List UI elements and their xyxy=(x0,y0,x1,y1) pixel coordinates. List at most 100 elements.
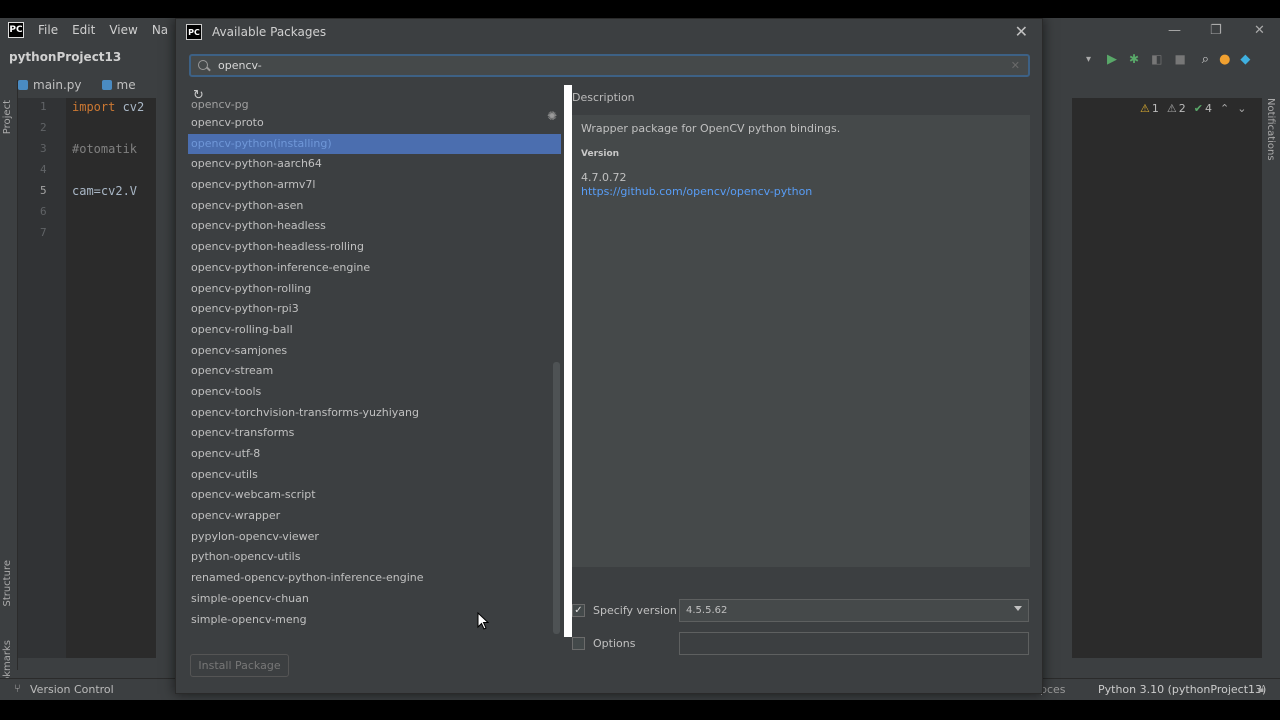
updates-icon[interactable]: ● xyxy=(1219,52,1230,67)
chevron-up-icon[interactable]: ⌃ xyxy=(1220,102,1229,115)
list-item[interactable]: opencv-rolling-ball xyxy=(188,320,561,341)
window-close-icon[interactable]: ✕ xyxy=(1254,23,1265,38)
list-item[interactable]: opencv-transforms xyxy=(188,423,561,444)
list-item[interactable]: opencv-python-armv7l xyxy=(188,175,561,196)
chevron-down-icon[interactable]: ⌄ xyxy=(1237,102,1246,115)
scrollbar-thumb[interactable] xyxy=(553,362,560,634)
lock-icon[interactable]: 🔓︎ xyxy=(1258,682,1265,696)
list-item[interactable]: opencv-tools xyxy=(188,382,561,403)
version-value: 4.7.0.72 xyxy=(581,171,627,184)
right-tool-strip: Notifications xyxy=(1262,98,1280,658)
options-checkbox[interactable] xyxy=(572,637,585,650)
list-item[interactable]: opencv-torchvision-transforms-yuzhiyang xyxy=(188,403,561,424)
list-item[interactable]: opencv-samjones xyxy=(188,341,561,362)
stop-icon[interactable]: ■ xyxy=(1174,52,1185,66)
line-number: 1 xyxy=(40,100,47,113)
status-services[interactable]: pces xyxy=(1040,683,1066,696)
debug-icon[interactable]: ✱ xyxy=(1129,52,1139,66)
version-label: Version xyxy=(581,149,620,159)
notifications-tool-button[interactable]: Notifications xyxy=(1265,98,1276,161)
package-search-input[interactable] xyxy=(218,59,1011,72)
weak-warning-icon: ⚠ xyxy=(1166,102,1177,115)
description-label: Description xyxy=(572,91,635,104)
list-item[interactable]: opencv-python-aarch64 xyxy=(188,154,561,175)
close-icon[interactable]: ✕ xyxy=(1015,22,1028,41)
package-list[interactable]: opencv-pg opencv-proto opencv-python(inst… xyxy=(188,101,561,630)
install-package-button[interactable]: Install Package xyxy=(190,654,289,677)
menu-navigate[interactable]: Na xyxy=(152,23,168,37)
list-item[interactable]: simple-opencv-meng xyxy=(188,610,561,631)
list-item[interactable]: opencv-utils xyxy=(188,465,561,486)
line-number: 2 xyxy=(40,121,47,134)
list-item[interactable]: opencv-python-headless-rolling xyxy=(188,237,561,258)
weak-warning-count: 2 xyxy=(1178,102,1186,115)
line-number: 5 xyxy=(40,184,47,197)
warning-icon: ⚠ xyxy=(1140,102,1150,115)
list-item[interactable]: opencv-utf-8 xyxy=(188,444,561,465)
list-item[interactable]: pypylon-opencv-viewer xyxy=(188,527,561,548)
maximize-icon[interactable]: ❐ xyxy=(1210,23,1222,38)
list-item[interactable]: python-opencv-utils xyxy=(188,547,561,568)
pycharm-logo-icon: PC xyxy=(8,22,24,38)
description-box: Wrapper package for OpenCV python bindin… xyxy=(572,115,1030,567)
run-toolbar: ▾ ▶ ✱ ◧ ■ ⌕ ● ◆ xyxy=(1068,48,1280,70)
project-name[interactable]: pythonProject13 xyxy=(9,50,121,64)
menu-view[interactable]: View xyxy=(109,23,137,37)
search-everywhere-icon[interactable]: ⌕ xyxy=(1202,52,1209,67)
list-item-selected[interactable]: opencv-python(installing) xyxy=(188,133,561,155)
coverage-icon[interactable]: ◧ xyxy=(1151,52,1162,66)
options-input[interactable] xyxy=(679,632,1029,655)
options-label: Options xyxy=(593,637,636,650)
run-icon[interactable]: ▶ xyxy=(1107,52,1117,67)
list-item[interactable]: opencv-pg xyxy=(188,101,561,113)
available-packages-dialog: PC Available Packages ✕ ✕ ↻ ✺ opencv-pg … xyxy=(175,18,1043,694)
minimize-icon[interactable]: — xyxy=(1168,23,1181,38)
structure-tool-button[interactable]: Structure xyxy=(2,560,13,607)
code-line-3: #otomatik xyxy=(72,142,138,156)
homepage-link[interactable]: https://github.com/opencv/opencv-python xyxy=(581,185,1021,198)
menu-edit[interactable]: Edit xyxy=(72,23,95,37)
list-item[interactable]: opencv-python-rolling xyxy=(188,279,561,300)
tab-second-file[interactable]: me xyxy=(101,78,136,92)
clear-search-icon[interactable]: ✕ xyxy=(1011,59,1020,72)
inspection-widget[interactable]: ⚠ 1 ⚠ 2 ✔ 4 ⌃ ⌄ xyxy=(1140,102,1246,115)
run-config-dropdown-icon[interactable]: ▾ xyxy=(1086,54,1091,65)
editor-right-area xyxy=(1072,98,1262,658)
line-number: 3 xyxy=(40,142,47,155)
description-text: Wrapper package for OpenCV python bindin… xyxy=(581,122,841,135)
list-item[interactable]: opencv-python-asen xyxy=(188,196,561,217)
chevron-down-icon xyxy=(1014,606,1022,611)
list-item[interactable]: opencv-proto xyxy=(188,113,561,134)
list-item[interactable]: opencv-python-headless xyxy=(188,216,561,237)
list-item[interactable]: opencv-python-rpi3 xyxy=(188,299,561,320)
line-number: 4 xyxy=(40,163,47,176)
list-item[interactable]: opencv-stream xyxy=(188,361,561,382)
ok-count: 4 xyxy=(1204,102,1212,115)
python-interpreter[interactable]: Python 3.10 (pythonProject13) xyxy=(1098,683,1266,696)
left-tool-strip: Project Structure Bookmarks xyxy=(0,80,18,696)
version-control-tab[interactable]: Version Control xyxy=(30,683,114,696)
dialog-title-bar[interactable]: PC Available Packages ✕ xyxy=(176,19,1042,45)
line-number: 6 xyxy=(40,205,47,218)
package-search-box[interactable]: ✕ xyxy=(189,54,1030,77)
dialog-title: Available Packages xyxy=(212,25,327,39)
code-editor[interactable]: import cv2 #otomatik cam=cv2.V xyxy=(66,98,156,658)
menu-file[interactable]: File xyxy=(38,23,58,37)
options-row: Options xyxy=(572,632,1029,655)
list-item[interactable]: opencv-wrapper xyxy=(188,506,561,527)
panel-splitter[interactable] xyxy=(564,85,572,637)
list-item[interactable]: simple-opencv-chuan xyxy=(188,589,561,610)
python-file-icon xyxy=(18,80,28,90)
typo-check-icon: ✔ xyxy=(1193,102,1203,115)
project-tool-button[interactable]: Project xyxy=(2,100,13,134)
list-item[interactable]: renamed-opencv-python-inference-engine xyxy=(188,568,561,589)
list-item[interactable]: opencv-python-inference-engine xyxy=(188,258,561,279)
tab-main-py[interactable]: main.py xyxy=(18,78,82,92)
plugin-icon[interactable]: ◆ xyxy=(1240,52,1250,67)
specify-version-label: Specify version xyxy=(593,604,677,617)
description-panel: Description Wrapper package for OpenCV p… xyxy=(572,87,1030,655)
list-item[interactable]: opencv-webcam-script xyxy=(188,485,561,506)
version-select[interactable]: 4.5.5.62 xyxy=(679,599,1029,622)
pycharm-logo-icon: PC xyxy=(186,24,202,40)
specify-version-checkbox[interactable]: ✓ xyxy=(572,604,585,617)
